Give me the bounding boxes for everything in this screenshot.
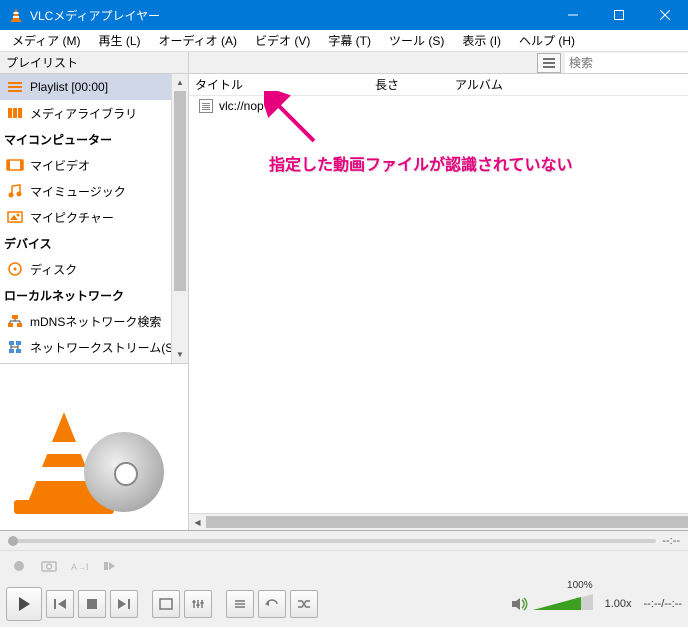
sidebar-item-library[interactable]: メディアライブラリ: [0, 100, 188, 126]
extended-settings-button[interactable]: [184, 590, 212, 618]
playlist-area[interactable]: vlc://nop 指定した動画ファイルが認識されていない: [189, 96, 688, 513]
volume-label: 100%: [567, 580, 593, 591]
cover-art: [0, 364, 188, 530]
menu-media[interactable]: メディア (M): [4, 30, 88, 51]
search-input[interactable]: [565, 53, 688, 73]
seek-bar-row: --:--: [0, 531, 688, 551]
menu-playback[interactable]: 再生 (L): [90, 30, 148, 51]
scroll-thumb[interactable]: [174, 91, 186, 291]
sidebar-header: プレイリスト: [0, 52, 188, 74]
controls-secondary: A→B: [0, 551, 688, 581]
view-mode-button[interactable]: [537, 53, 561, 73]
volume-control: 100%: [511, 592, 593, 616]
playlist-panel: タイトル 長さ アルバム vlc://nop 指定した動画ファイルが認識されてい…: [189, 52, 688, 530]
seek-slider[interactable]: [8, 539, 656, 543]
prev-button[interactable]: [46, 590, 74, 618]
playlist-toggle-button[interactable]: [226, 590, 254, 618]
frame-step-button[interactable]: [96, 554, 122, 578]
video-icon: [6, 156, 24, 174]
minimize-button[interactable]: [550, 0, 596, 30]
playlist-icon: [6, 78, 24, 96]
sidebar-item-label: マイビデオ: [30, 157, 188, 174]
volume-slider[interactable]: 100%: [533, 592, 593, 616]
sidebar-item-label: Playlist [00:00]: [30, 80, 188, 94]
sidebar-item-playlist[interactable]: Playlist [00:00]: [0, 74, 188, 100]
next-button[interactable]: [110, 590, 138, 618]
scroll-down-icon[interactable]: ▼: [172, 346, 188, 363]
sidebar-scrollbar[interactable]: ▲ ▼: [171, 74, 188, 363]
picture-icon: [6, 208, 24, 226]
loop-button[interactable]: [258, 590, 286, 618]
sidebar: プレイリスト Playlist [00:00] メディアライブラリ マイコンピュ…: [0, 52, 189, 530]
speaker-icon[interactable]: [511, 596, 529, 612]
menubar: メディア (M) 再生 (L) オーディオ (A) ビデオ (V) 字幕 (T)…: [0, 30, 688, 52]
sidebar-item-picture[interactable]: マイピクチャー: [0, 204, 188, 230]
scroll-up-icon[interactable]: ▲: [172, 74, 188, 91]
sidebar-scroll: Playlist [00:00] メディアライブラリ マイコンピューター マイビ…: [0, 74, 188, 364]
play-button[interactable]: [6, 587, 42, 621]
fullscreen-button[interactable]: [152, 590, 180, 618]
col-length[interactable]: 長さ: [375, 76, 455, 93]
annotation-text: 指定した動画ファイルが認識されていない: [269, 151, 573, 175]
app-icon: [8, 7, 24, 23]
menu-tools[interactable]: ツール (S): [381, 30, 452, 51]
close-button[interactable]: [642, 0, 688, 30]
menu-view[interactable]: 表示 (I): [454, 30, 509, 51]
mdns-icon: [6, 312, 24, 330]
playlist-toolbar: [189, 52, 688, 74]
record-button[interactable]: [6, 554, 32, 578]
sidebar-header-network: ローカルネットワーク: [0, 282, 188, 308]
sidebar-item-label: mDNSネットワーク検索: [30, 313, 188, 330]
disc-icon: [6, 260, 24, 278]
menu-subtitle[interactable]: 字幕 (T): [320, 30, 379, 51]
sidebar-item-video[interactable]: マイビデオ: [0, 152, 188, 178]
shuffle-button[interactable]: [290, 590, 318, 618]
sidebar-item-label: メディアライブラリ: [30, 105, 188, 122]
scroll-left-icon[interactable]: ◀: [189, 514, 206, 530]
playlist-hscroll[interactable]: ◀ ▶: [189, 513, 688, 530]
annotation-arrow-icon: [264, 91, 324, 151]
menu-video[interactable]: ビデオ (V): [247, 30, 318, 51]
window-title: VLCメディアプレイヤー: [30, 7, 550, 24]
titlebar: VLCメディアプレイヤー: [0, 0, 688, 30]
sidebar-item-mdns[interactable]: mDNSネットワーク検索: [0, 308, 188, 334]
playlist-item-title: vlc://nop: [219, 99, 264, 113]
sidebar-item-sap[interactable]: ネットワークストリーム(SAP): [0, 334, 188, 360]
sidebar-item-label: マイピクチャー: [30, 209, 188, 226]
sidebar-item-label: マイミュージック: [30, 183, 188, 200]
file-icon: [199, 99, 213, 113]
col-album[interactable]: アルバム: [455, 76, 688, 93]
menu-help[interactable]: ヘルプ (H): [511, 30, 583, 51]
sidebar-item-disc[interactable]: ディスク: [0, 256, 188, 282]
music-icon: [6, 182, 24, 200]
sidebar-item-music[interactable]: マイミュージック: [0, 178, 188, 204]
sap-icon: [6, 338, 24, 356]
svg-text:A→B: A→B: [71, 562, 88, 572]
content-area: プレイリスト Playlist [00:00] メディアライブラリ マイコンピュ…: [0, 52, 688, 531]
sidebar-item-label: ネットワークストリーム(SAP): [30, 339, 188, 356]
snapshot-button[interactable]: [36, 554, 62, 578]
time-elapsed: --:--: [662, 535, 680, 547]
library-icon: [6, 104, 24, 122]
sidebar-header-devices: デバイス: [0, 230, 188, 256]
menu-audio[interactable]: オーディオ (A): [151, 30, 246, 51]
sidebar-header-computer: マイコンピューター: [0, 126, 188, 152]
time-display[interactable]: --:--/--:--: [644, 598, 682, 610]
playback-speed[interactable]: 1.00x: [605, 598, 632, 610]
maximize-button[interactable]: [596, 0, 642, 30]
sidebar-item-label: ディスク: [30, 261, 188, 278]
stop-button[interactable]: [78, 590, 106, 618]
ab-loop-button[interactable]: A→B: [66, 554, 92, 578]
controls-primary: 100% 1.00x --:--/--:--: [0, 581, 688, 627]
